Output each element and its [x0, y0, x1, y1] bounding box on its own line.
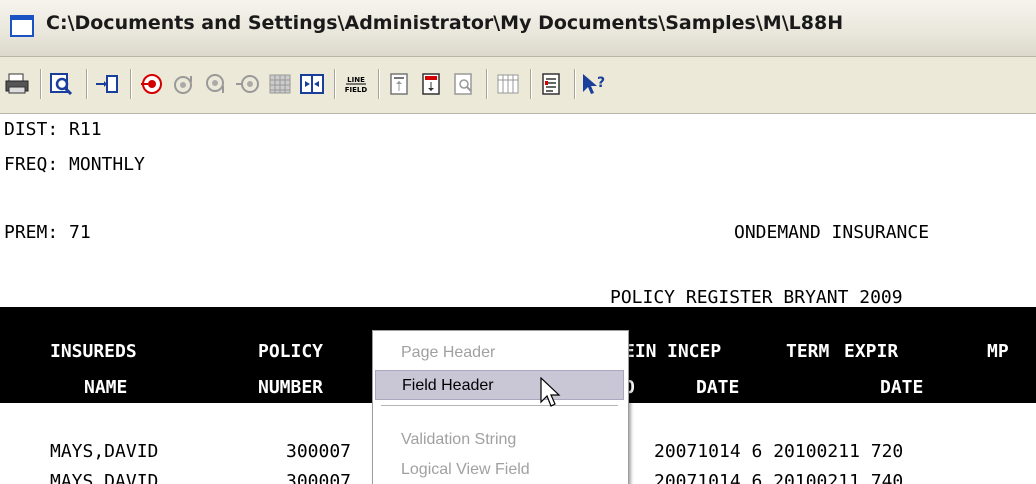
header-icon[interactable] [386, 71, 414, 97]
header-date: DATE [696, 377, 740, 398]
menu-item-validation-string[interactable]: Validation String [375, 425, 624, 455]
prem-line: PREM: 71 [4, 222, 91, 243]
header-insureds: INSUREDS [50, 341, 137, 362]
menu-item-field-header[interactable]: Field Header [375, 370, 624, 400]
register-title: POLICY REGISTER BRYANT 2009 [610, 287, 903, 308]
window-title: C:\Documents and Settings\Administrator\… [46, 12, 844, 34]
dist-line: DIST: R11 [4, 119, 102, 140]
menu-item-page-header[interactable]: Page Header [375, 338, 624, 368]
down-icon[interactable] [202, 71, 230, 97]
list-icon[interactable] [538, 71, 566, 97]
page-header-icon[interactable] [418, 71, 446, 97]
grid-icon[interactable] [266, 71, 294, 97]
record-icon[interactable] [138, 71, 166, 97]
menu-separator [381, 405, 618, 407]
find-icon[interactable] [48, 71, 76, 97]
mouse-pointer-icon [540, 376, 564, 415]
header-number: NUMBER [258, 377, 324, 398]
header-term: TERM [786, 341, 830, 362]
line-field-icon[interactable]: LINE FIELD [342, 71, 370, 97]
freq-line: FREQ: MONTHLY [4, 154, 145, 175]
header-mp: MP [987, 341, 1009, 362]
header-date-2: DATE [880, 377, 924, 398]
header-policy: POLICY [258, 341, 324, 362]
row-2-name: MAYS,DAVID [50, 471, 159, 484]
header-incep: INCEP [667, 341, 722, 362]
row-2-values: 20071014 6 20100211 740 [654, 471, 904, 484]
preview-icon[interactable] [450, 71, 478, 97]
up-icon[interactable] [170, 71, 198, 97]
svg-text:LINE: LINE [347, 76, 365, 84]
toolbar: LINE FIELD ? [0, 57, 1036, 114]
header-expir: EXPIR [844, 341, 899, 362]
row-2-policy: 300007 [286, 471, 352, 484]
row-1-policy: 300007 [286, 441, 352, 462]
row-1-values: 20071014 6 20100211 720 [654, 441, 904, 462]
split-icon[interactable] [298, 71, 326, 97]
svg-text:FIELD: FIELD [345, 86, 368, 94]
menu-item-logical-view-field[interactable]: Logical View Field [375, 455, 624, 484]
print-icon[interactable] [4, 71, 32, 97]
svg-text:?: ? [597, 75, 605, 91]
go-to-icon[interactable] [94, 71, 122, 97]
window-icon [10, 15, 34, 37]
title-bar[interactable]: C:\Documents and Settings\Administrator\… [0, 0, 1036, 57]
report-viewer-window: C:\Documents and Settings\Administrator\… [0, 0, 1036, 484]
header-name: NAME [84, 377, 128, 398]
left-icon[interactable] [234, 71, 262, 97]
row-1-name: MAYS,DAVID [50, 441, 159, 462]
help-icon[interactable]: ? [580, 71, 608, 97]
company-name: ONDEMAND INSURANCE [734, 222, 930, 243]
context-menu: Page Header Field Header Validation Stri… [372, 330, 629, 484]
columns-icon[interactable] [494, 71, 522, 97]
